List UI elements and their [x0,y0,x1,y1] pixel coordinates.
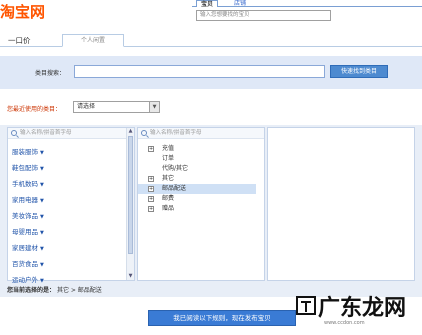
chevron-down-icon: ▼ [40,230,44,236]
recent-select-value: 请选择 [77,103,96,110]
chevron-down-icon: ▼ [40,198,44,204]
expand-icon[interactable]: + [148,146,154,152]
chevron-down-icon[interactable]: ▼ [149,102,159,112]
top-search-tabs: 宝贝 店铺 [192,0,422,8]
chevron-down-icon: ▼ [40,246,44,252]
panel2-search[interactable]: 输入名称/拼音首字母 [138,128,264,139]
list-item[interactable]: + 其它 [138,174,256,184]
panel1-search-placeholder: 输入名称/拼音首字母 [20,130,72,136]
top-search: 宝贝 店铺 输入您想要找的宝贝 [192,0,422,26]
list-item[interactable]: 家用电器 ▼ [12,192,122,208]
selected-category-text: 您当前选择的是： 其它 > 邮品配送 [7,287,102,294]
publish-button[interactable]: 我已阅读以下规则，现在发布宝贝 [148,310,296,326]
selected-category-path: 其它 > 邮品配送 [56,287,102,294]
list-item[interactable]: 代购/其它 [138,164,256,174]
chevron-down-icon: ▼ [40,262,44,268]
list-item[interactable]: 服装服饰 ▼ [12,144,122,160]
list-item[interactable]: + 赠品 [138,204,256,214]
list-item-selected[interactable]: + 邮品配送 [138,184,256,194]
watermark-logo: 广东龙网 www.ccdon.com [296,290,422,335]
category-search-input[interactable] [74,65,325,78]
tab-items[interactable]: 宝贝 [196,0,219,8]
taobao-logo[interactable]: 淘宝网 [0,1,45,22]
expand-icon[interactable]: + [148,176,154,182]
tab-shops[interactable]: 店铺 [230,0,250,7]
tab-personal-idle[interactable]: 个人闲置 [62,34,124,47]
list-item[interactable]: 美妆饰品 ▼ [12,208,122,224]
category-panel-level2: 输入名称/拼音首字母 + 充值 订单 代购/其它 + 其它 + 邮品配送 + 邮费 + 赠… [137,127,265,281]
recent-categories-select[interactable]: 请选择 ▼ [73,101,160,113]
list-item[interactable]: 家居建材 ▼ [12,240,122,256]
list-item[interactable]: 鞋包配饰 ▼ [12,160,122,176]
level1-list: 服装服饰 ▼ 鞋包配饰 ▼ 手机数码 ▼ 家用电器 ▼ 美妆饰品 ▼ 母婴用品 ▼ 家居建材… [12,144,122,288]
category-panel-level3 [267,127,415,281]
find-category-button[interactable]: 快速找到类目 [330,65,388,78]
list-item[interactable]: 百货食品 ▼ [12,256,122,272]
chevron-down-icon: ▼ [40,182,44,188]
list-item[interactable]: 手机数码 ▼ [12,176,122,192]
watermark-url: www.ccdon.com [324,320,365,326]
list-item[interactable]: + 邮费 [138,194,256,204]
watermark-text: 广东龙网 [318,296,407,321]
panel2-search-placeholder: 输入名称/拼音首字母 [150,130,202,136]
chevron-down-icon: ▼ [40,150,44,156]
category-panels: 输入名称/拼音首字母 服装服饰 ▼ 鞋包配饰 ▼ 手机数码 ▼ 家用电器 ▼ 美妆饰品 ▼… [0,125,422,284]
panel1-scrollbar[interactable]: ▲ ▼ [126,128,134,280]
scroll-thumb[interactable] [128,136,133,254]
list-item[interactable]: + 充值 [138,144,256,154]
search-icon [141,130,147,136]
recent-categories-label: 您最近使用的类目： [7,106,62,113]
top-search-input[interactable]: 输入您想要找的宝贝 [196,10,331,21]
level2-list: + 充值 订单 代购/其它 + 其它 + 邮品配送 + 邮费 + 赠品 [138,144,256,214]
expand-icon[interactable]: + [148,206,154,212]
category-panel-level1: 输入名称/拼音首字母 服装服饰 ▼ 鞋包配饰 ▼ 手机数码 ▼ 家用电器 ▼ 美妆饰品 ▼… [7,127,135,284]
chevron-down-icon: ▼ [40,166,44,172]
list-item[interactable]: 订单 [138,154,256,164]
list-item[interactable]: 母婴用品 ▼ [12,224,122,240]
category-search-label: 类目搜索： [35,70,66,77]
panel1-search[interactable]: 输入名称/拼音首字母 [8,128,134,139]
listing-type-nav: 一口价 个人闲置 [0,33,422,47]
watermark-icon [296,296,316,315]
category-search-band: 类目搜索： 快速找到类目 [0,56,422,89]
expand-icon[interactable]: + [148,186,154,192]
chevron-down-icon: ▼ [40,214,44,220]
scroll-down-icon[interactable]: ▼ [127,273,134,280]
scroll-up-icon[interactable]: ▲ [127,128,134,135]
expand-icon[interactable]: + [148,196,154,202]
tab-fixed-price[interactable]: 一口价 [8,35,31,46]
search-icon [11,130,17,136]
